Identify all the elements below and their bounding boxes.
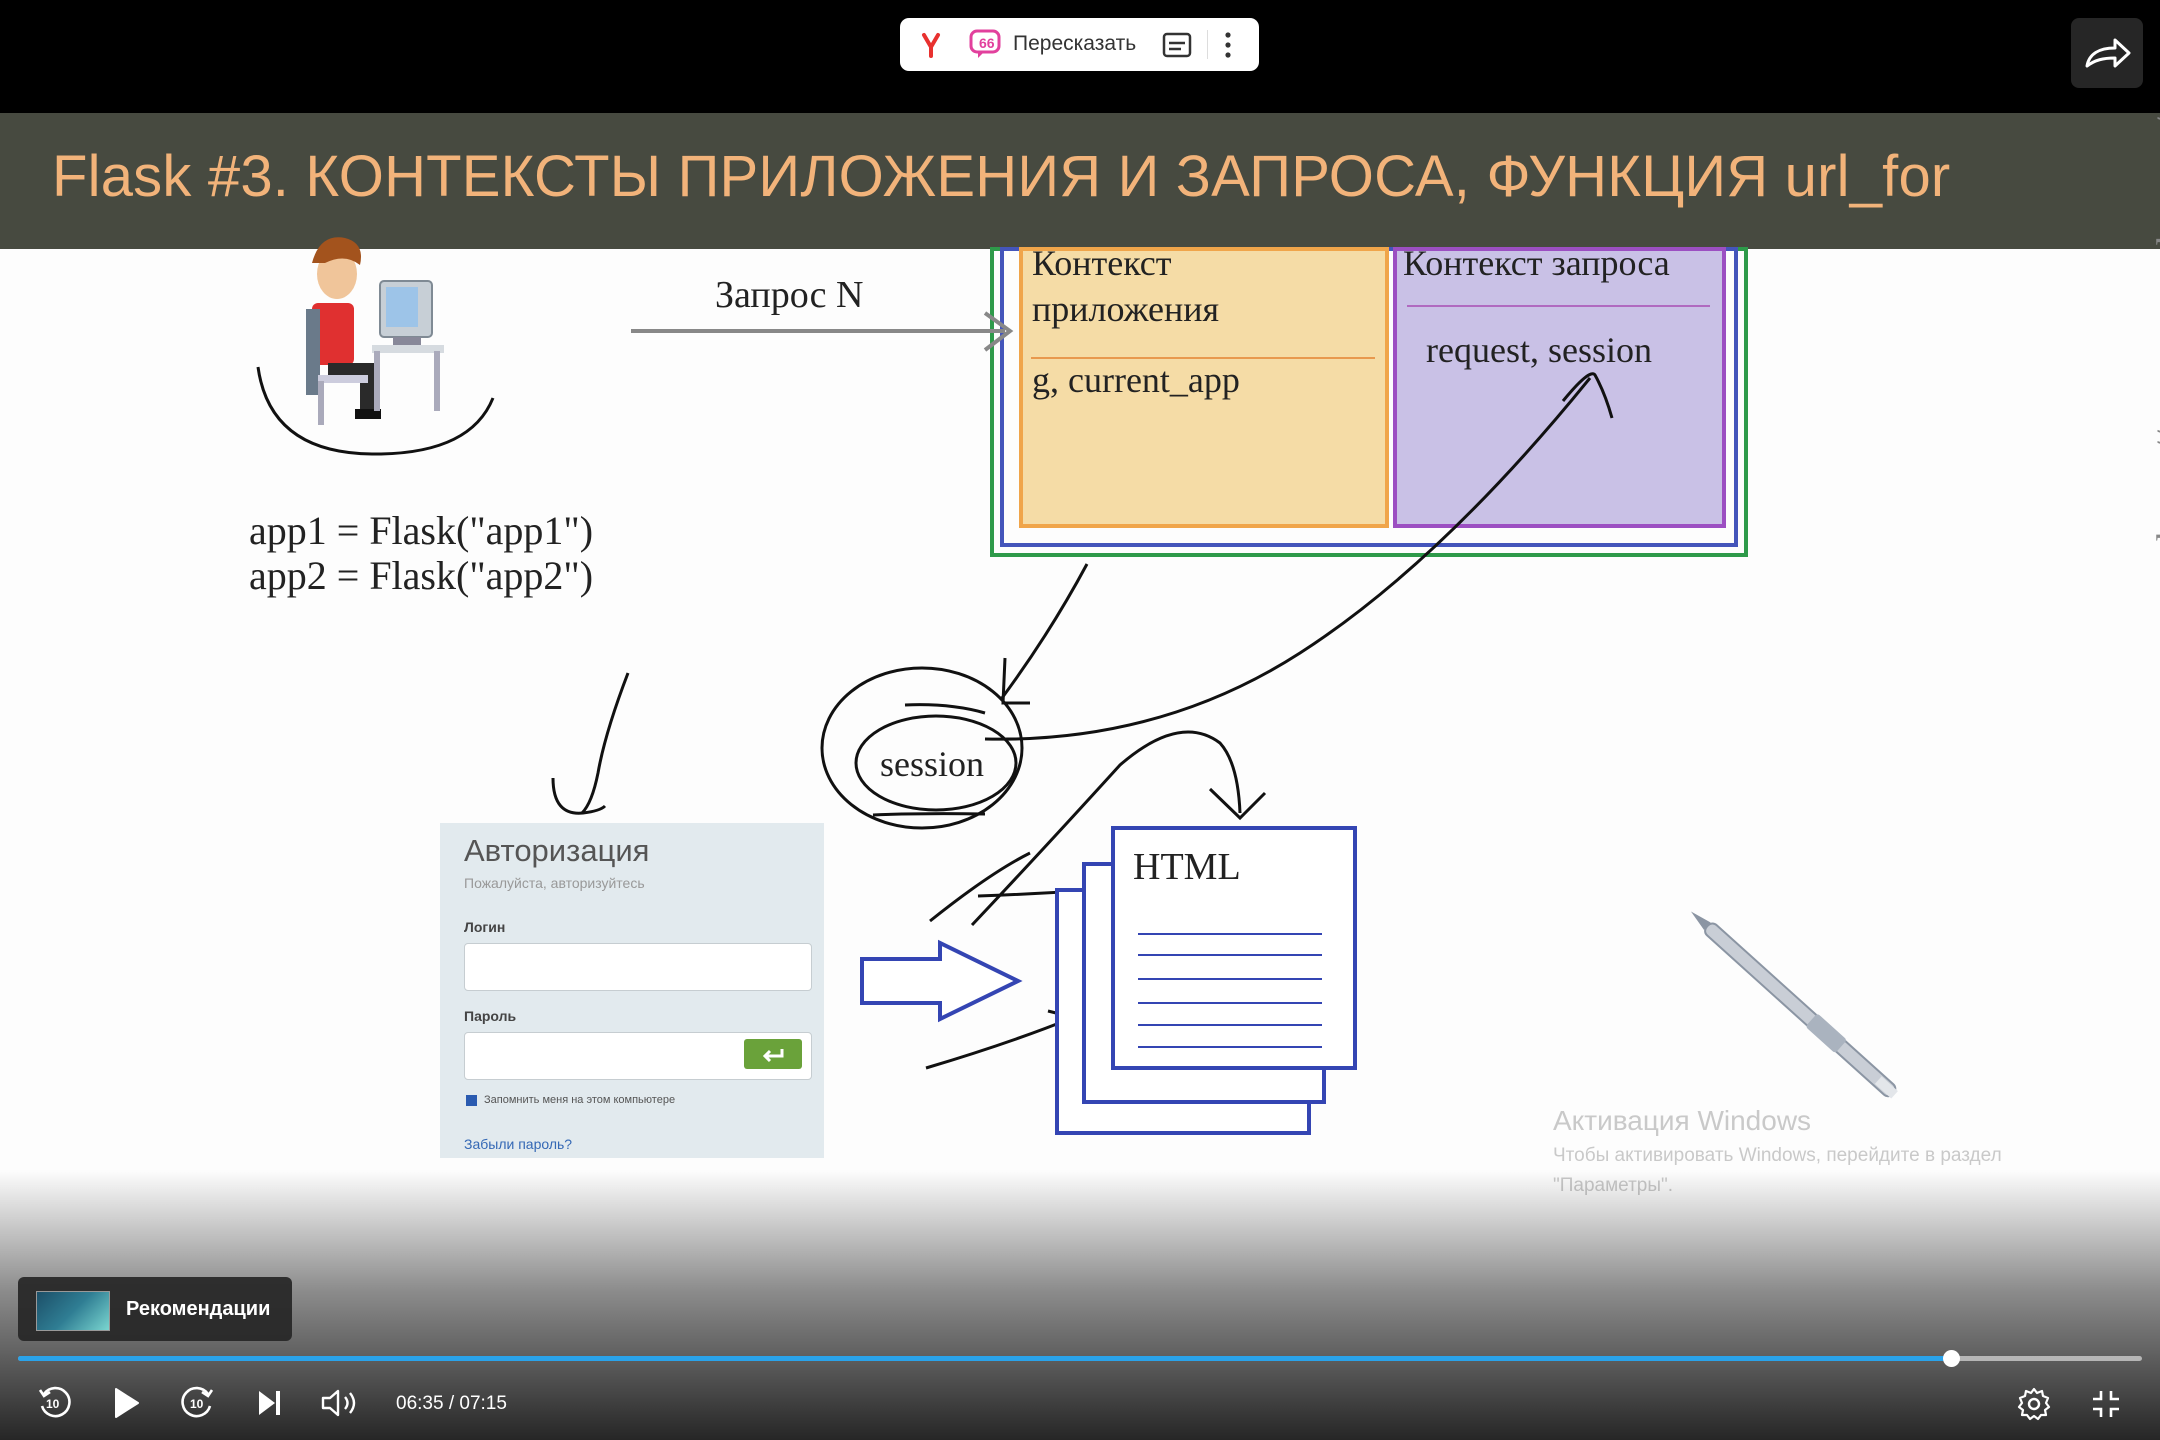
time-display: 06:35 / 07:15 xyxy=(396,1393,507,1415)
app-context-vars: g, current_app xyxy=(1032,360,1240,400)
share-button[interactable] xyxy=(2071,18,2143,88)
enter-button xyxy=(744,1039,802,1069)
retell-icon[interactable]: 66 xyxy=(969,29,1001,59)
time-separator: / xyxy=(448,1393,455,1414)
next-video-icon[interactable] xyxy=(256,1388,284,1418)
time-total: 07:15 xyxy=(459,1393,507,1414)
session-label: session xyxy=(880,744,985,784)
forward-10-icon[interactable]: 10 xyxy=(180,1384,216,1420)
request-label: Запрос N xyxy=(715,274,864,316)
html-label: HTML xyxy=(1133,846,1241,888)
svg-text:66: 66 xyxy=(979,35,995,51)
yandex-toolbar: 66 Пересказать xyxy=(900,18,1259,71)
rewind-10-icon[interactable]: 10 xyxy=(36,1384,72,1420)
share-icon xyxy=(2085,38,2131,68)
login-field-label: Логин xyxy=(464,919,506,935)
login-form-image: Авторизация Пожалуйста, авторизуйтесь Ло… xyxy=(440,823,824,1158)
login-field xyxy=(464,943,812,991)
more-options-icon[interactable] xyxy=(1222,30,1234,60)
pen-image xyxy=(1690,911,1898,1099)
player-top-bar: 66 Пересказать xyxy=(0,0,2160,113)
settings-gear-icon[interactable] xyxy=(2016,1386,2052,1422)
app-context-title-line1: Контекст xyxy=(1032,243,1172,283)
request-context-box xyxy=(1393,247,1726,528)
toolbar-divider xyxy=(1207,30,1208,59)
channel-watermark: https://www.youtube.com/c/selfedu_rus xyxy=(2148,113,2160,541)
user-at-computer-icon xyxy=(306,237,444,425)
yandex-logo-icon[interactable] xyxy=(916,30,946,60)
recommendations-label: Рекомендации xyxy=(126,1298,271,1320)
login-heading: Авторизация xyxy=(464,833,650,868)
login-to-html-arrow xyxy=(860,939,1023,1023)
session-to-html-arrow xyxy=(929,851,1031,923)
app-context-title-line2: приложения xyxy=(1032,289,1220,329)
svg-text:10: 10 xyxy=(46,1397,60,1411)
request-context-title: Контекст запроса xyxy=(1403,243,1670,283)
subtitles-icon[interactable] xyxy=(1162,31,1192,59)
exit-fullscreen-icon[interactable] xyxy=(2090,1388,2122,1420)
password-field-label: Пароль xyxy=(464,1008,517,1024)
svg-text:10: 10 xyxy=(190,1397,204,1411)
enter-icon xyxy=(762,1049,784,1063)
retell-button[interactable]: Пересказать xyxy=(1013,32,1136,56)
video-player[interactable]: 66 Пересказать Flask #3. КОНТЕКСТЫ ПРИЛО… xyxy=(0,0,2160,1440)
remember-checkbox xyxy=(466,1095,477,1106)
progress-played xyxy=(18,1356,1951,1361)
play-icon[interactable] xyxy=(110,1386,142,1420)
activation-title: Активация Windows xyxy=(1553,1105,1812,1136)
session-circle-stroke xyxy=(872,812,986,817)
progress-scrubber[interactable] xyxy=(1942,1350,1960,1367)
progress-bar[interactable] xyxy=(18,1350,2142,1367)
code-line-1: app1 = Flask("app1") xyxy=(249,508,594,553)
recommendations-thumbnail xyxy=(36,1291,110,1331)
recommendations-button[interactable]: Рекомендации xyxy=(18,1277,292,1341)
forgot-password-link: Забыли пароль? xyxy=(464,1136,573,1152)
time-current: 06:35 xyxy=(396,1393,444,1414)
login-subheading: Пожалуйста, авторизуйтесь xyxy=(464,875,645,891)
code-line-2: app2 = Flask("app2") xyxy=(249,553,594,598)
remember-label: Запомнить меня на этом компьютере xyxy=(484,1094,676,1106)
request-context-vars: request, session xyxy=(1426,330,1652,370)
volume-icon[interactable] xyxy=(320,1388,362,1418)
